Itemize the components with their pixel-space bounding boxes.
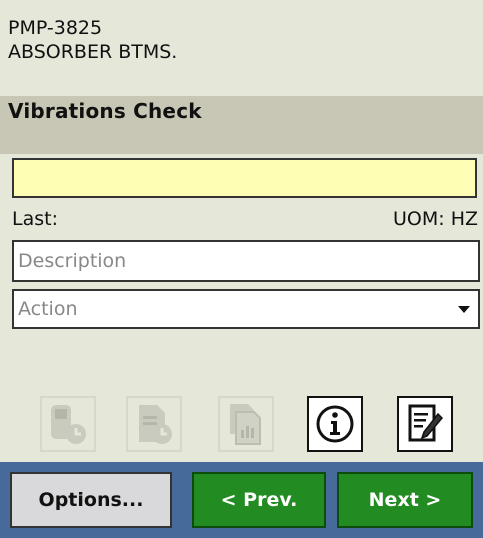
notepad-edit-button[interactable]: [397, 396, 453, 452]
document-clock-button[interactable]: [126, 396, 182, 452]
device-clock-icon: [51, 405, 86, 444]
action-value: Action: [18, 298, 78, 320]
next-button[interactable]: Next >: [337, 472, 473, 528]
info-icon: [316, 405, 354, 443]
navigation-bar: Options... < Prev. Next >: [0, 462, 483, 538]
notepad-edit-icon: [408, 404, 444, 442]
action-dropdown[interactable]: Action: [12, 289, 480, 329]
description-input[interactable]: [12, 240, 480, 282]
documents-chart-icon: [230, 404, 261, 445]
prev-button[interactable]: < Prev.: [192, 472, 326, 528]
last-reading-row: Last: UOM: HZ: [12, 208, 478, 234]
last-label: Last:: [12, 208, 58, 230]
documents-chart-button[interactable]: [218, 396, 274, 452]
reading-input[interactable]: [12, 158, 477, 198]
section-bar: Vibrations Check: [0, 96, 483, 154]
device-clock-button[interactable]: [40, 396, 96, 452]
equipment-name: ABSORBER BTMS.: [8, 41, 178, 63]
uom-label: UOM: HZ: [393, 208, 478, 230]
options-button[interactable]: Options...: [10, 472, 172, 528]
section-title: Vibrations Check: [8, 99, 202, 123]
info-button[interactable]: [307, 396, 363, 452]
equipment-id: PMP-3825: [8, 17, 103, 39]
document-clock-icon: [139, 405, 172, 444]
equipment-header: PMP-3825 ABSORBER BTMS.: [8, 16, 177, 64]
chevron-down-icon[interactable]: [458, 306, 470, 313]
